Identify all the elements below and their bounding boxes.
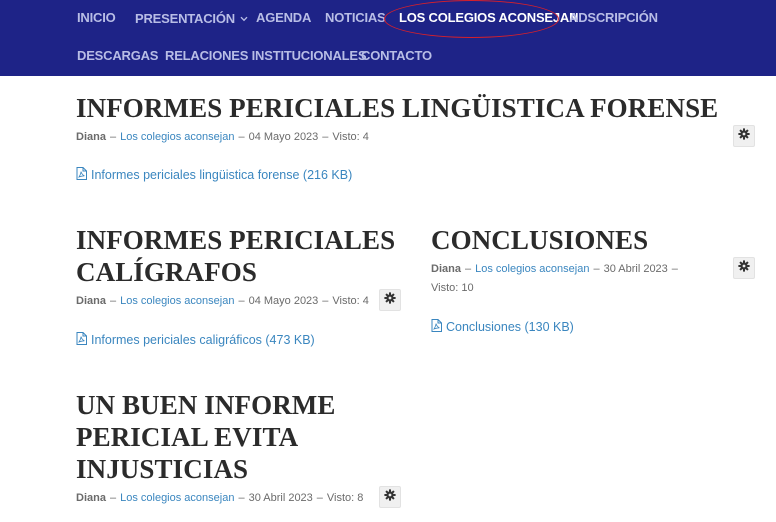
article-title[interactable]: INFORMES PERICIALES CALÍGRAFOS [76, 224, 395, 288]
meta-separator: – [109, 492, 117, 504]
meta-separator: – [322, 295, 329, 307]
article-date: 30 Abril 2023 [603, 263, 668, 275]
chevron-down-icon [240, 10, 248, 25]
article-date: 04 Mayo 2023 [248, 131, 319, 143]
main-navigation: INICIO PRESENTACIÓN AGENDA NOTICIAS LOS … [0, 0, 776, 76]
meta-separator: – [316, 492, 323, 504]
article-author: Diana [76, 131, 106, 143]
meta-separator: – [109, 295, 117, 307]
article-category-link[interactable]: Los colegios aconsejan [120, 492, 234, 504]
article-date: 04 Mayo 2023 [248, 295, 319, 307]
pdf-file-icon [76, 167, 91, 183]
article-author: Diana [76, 295, 106, 307]
article-views: Visto: 10 [431, 282, 474, 294]
article-category-link[interactable]: Los colegios aconsejan [475, 263, 589, 275]
attachment-label: Conclusiones (130 KB) [446, 320, 574, 334]
article-views: Visto: 4 [332, 131, 369, 143]
article-category-link[interactable]: Los colegios aconsejan [120, 131, 234, 143]
gear-icon [738, 127, 750, 145]
nav-item-presentacion[interactable]: PRESENTACIÓN [135, 10, 248, 26]
article-author: Diana [76, 492, 106, 504]
article-views: Visto: 8 [326, 492, 364, 504]
meta-separator: – [109, 131, 117, 143]
gear-icon [384, 291, 396, 309]
article-options-button[interactable] [733, 125, 755, 147]
nav-item-adscripcion[interactable]: ADSCRIPCIÓN [569, 10, 658, 25]
attachment-link[interactable]: Conclusiones (130 KB) [431, 319, 574, 335]
nav-item-noticias[interactable]: NOTICIAS [325, 10, 386, 25]
title-line: INFORMES PERICIALES [76, 225, 396, 255]
meta-separator: – [238, 492, 245, 504]
pdf-file-icon [431, 319, 446, 335]
article-meta: Diana – Los colegios aconsejan –04 Mayo 202… [76, 128, 369, 147]
title-line: INJUSTICIAS [76, 454, 249, 484]
article-options-button[interactable] [733, 257, 755, 279]
article-title[interactable]: CONCLUSIONES [431, 224, 648, 256]
article-title[interactable]: UN BUEN INFORME PERICIAL EVITA INJUSTICI… [76, 389, 336, 485]
meta-separator: – [671, 263, 678, 275]
title-line: CALÍGRAFOS [76, 257, 258, 287]
article-title[interactable]: INFORMES PERICIALES LINGÜISTICA FORENSE [76, 92, 718, 124]
article-options-button[interactable] [379, 289, 401, 311]
article-options-button[interactable] [379, 486, 401, 508]
meta-separator: – [238, 131, 245, 143]
article-meta: Diana – Los colegios aconsejan –30 Abril 20… [76, 489, 363, 508]
article-author: Diana [431, 263, 461, 275]
title-line: UN BUEN INFORME [76, 390, 336, 420]
pdf-file-icon [76, 332, 91, 348]
attachment-label: Informes periciales caligráficos (473 KB… [91, 333, 315, 347]
meta-separator: – [238, 295, 245, 307]
nav-item-inicio[interactable]: INICIO [77, 10, 116, 25]
nav-item-relaciones-institucionales[interactable]: RELACIONES INSTITUCIONALES [165, 48, 367, 63]
attachment-link[interactable]: Informes periciales caligráficos (473 KB… [76, 332, 315, 348]
nav-item-label: PRESENTACIÓN [135, 11, 235, 26]
active-item-highlight [384, 0, 559, 38]
gear-icon [738, 259, 750, 277]
article-meta: Diana – Los colegios aconsejan –30 Abril 20… [431, 260, 682, 298]
nav-item-contacto[interactable]: CONTACTO [361, 48, 432, 63]
article-category-link[interactable]: Los colegios aconsejan [120, 295, 234, 307]
article-date: 30 Abril 2023 [248, 492, 313, 504]
article-views: Visto: 4 [332, 295, 369, 307]
meta-separator: – [322, 131, 329, 143]
attachment-link[interactable]: Informes periciales lingüistica forense … [76, 167, 352, 183]
title-line: PERICIAL EVITA [76, 422, 299, 452]
meta-separator: – [593, 263, 600, 275]
meta-separator: – [464, 263, 472, 275]
gear-icon [384, 488, 396, 506]
attachment-label: Informes periciales lingüistica forense … [91, 168, 353, 182]
nav-item-descargas[interactable]: DESCARGAS [77, 48, 158, 63]
nav-item-agenda[interactable]: AGENDA [256, 10, 311, 25]
article-meta: Diana – Los colegios aconsejan –04 Mayo 202… [76, 292, 369, 311]
